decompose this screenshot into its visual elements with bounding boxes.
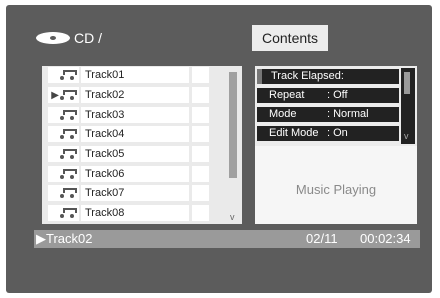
track-row[interactable]: Track05: [42, 145, 242, 163]
track-list-scrollbar[interactable]: v: [226, 66, 242, 224]
track-name: Track06: [81, 166, 189, 182]
track-row[interactable]: Track03: [42, 106, 242, 124]
track-extra-cell: [192, 205, 209, 221]
info-mode[interactable]: Mode : Normal: [257, 107, 399, 122]
header: CD /: [36, 27, 102, 49]
track-icon-cell: [48, 126, 79, 142]
track-extra-cell: [192, 126, 209, 142]
tab-contents-label: Contents: [262, 30, 319, 46]
scrollbar-thumb[interactable]: [404, 72, 410, 94]
scrollbar-thumb[interactable]: [229, 72, 237, 178]
track-icon-cell: [48, 67, 79, 83]
music-note-icon: [60, 207, 77, 219]
info-value: : On: [327, 127, 348, 139]
music-note-icon: [60, 168, 77, 180]
scroll-down-icon[interactable]: v: [404, 131, 409, 141]
track-icon-cell: [48, 146, 79, 162]
track-name: Track02: [81, 87, 189, 103]
track-row-playing[interactable]: ▶ Track02: [42, 86, 242, 104]
info-value: : Off: [327, 89, 348, 101]
track-icon-cell: ▶: [48, 87, 79, 103]
info-repeat[interactable]: Repeat : Off: [257, 88, 399, 103]
track-name: Track03: [81, 107, 189, 123]
track-row[interactable]: Track01: [42, 66, 242, 84]
track-name: Track07: [81, 185, 189, 201]
elapsed-time: 00:02:34: [360, 231, 411, 246]
status-bar: ▶Track02 02/11 00:02:34: [34, 230, 420, 248]
info-label: Track Elapsed:: [271, 70, 344, 82]
track-name: Track05: [81, 146, 189, 162]
info-scrollbar[interactable]: v: [401, 68, 415, 144]
contents-panel: Track Elapsed: Repeat : Off Mode : Norma…: [255, 66, 417, 224]
info-value: : Normal: [327, 108, 369, 120]
info-label: Repeat: [269, 89, 305, 101]
track-icon-cell: [48, 107, 79, 123]
track-extra-cell: [192, 87, 209, 103]
current-track: ▶Track02: [36, 231, 93, 246]
path-label: CD /: [74, 30, 102, 46]
music-note-icon: [60, 128, 77, 140]
music-note-icon: [60, 187, 77, 199]
track-counter: 02/11: [306, 231, 338, 246]
track-row[interactable]: Track07: [42, 184, 242, 202]
track-name: Track01: [81, 67, 189, 83]
track-extra-cell: [192, 67, 209, 83]
track-extra-cell: [192, 185, 209, 201]
info-track-elapsed[interactable]: Track Elapsed:: [257, 69, 399, 84]
track-name: Track08: [81, 205, 189, 221]
info-label: Mode: [269, 108, 297, 120]
music-note-icon: [60, 148, 77, 160]
cd-disc-icon: [36, 32, 70, 44]
track-icon-cell: [48, 185, 79, 201]
track-row[interactable]: Track06: [42, 165, 242, 183]
music-playing-text: Music Playing: [295, 182, 377, 197]
track-row[interactable]: Track04: [42, 125, 242, 143]
track-extra-cell: [192, 107, 209, 123]
track-icon-cell: [48, 166, 79, 182]
track-extra-cell: [192, 146, 209, 162]
track-icon-cell: [48, 205, 79, 221]
tab-contents[interactable]: Contents: [252, 25, 328, 51]
info-edit-mode[interactable]: Edit Mode : On: [257, 126, 399, 141]
player-screen: CD / Contents Track01 ▶ Track02 Track03 …: [6, 5, 432, 293]
music-note-icon: [60, 109, 77, 121]
track-row[interactable]: Track08: [42, 204, 242, 222]
scroll-down-icon[interactable]: v: [230, 212, 235, 222]
info-label: Edit Mode: [269, 127, 319, 139]
track-name: Track04: [81, 126, 189, 142]
play-indicator-icon: ▶: [51, 89, 59, 101]
track-extra-cell: [192, 166, 209, 182]
status-message-area: Music Playing: [255, 146, 417, 224]
music-note-icon: [60, 69, 77, 81]
track-list: Track01 ▶ Track02 Track03 Track04 Track0…: [42, 66, 242, 224]
music-note-icon: [60, 89, 77, 101]
